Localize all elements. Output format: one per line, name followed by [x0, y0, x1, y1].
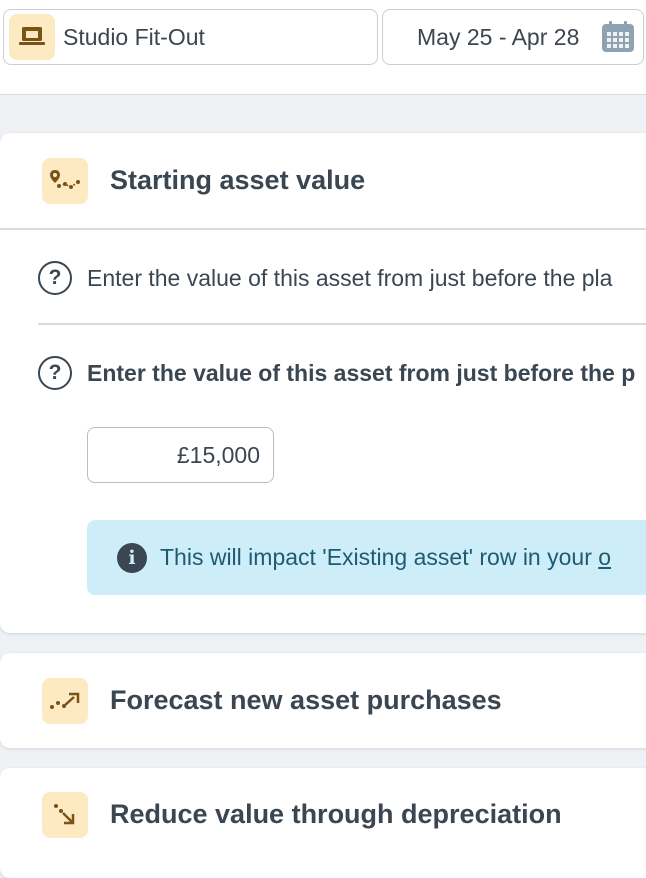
info-icon: i	[117, 542, 147, 573]
date-range-value: May 25 - Apr 28	[417, 23, 580, 50]
depreciation-card[interactable]: Reduce value through depreciation	[0, 768, 646, 878]
section-title: Starting asset value	[110, 165, 366, 195]
top-bar: Studio Fit-Out May 25 - Apr 28	[0, 0, 646, 95]
section-title: Forecast new asset purchases	[110, 685, 502, 715]
starting-asset-value-header[interactable]: Starting asset value	[0, 133, 646, 229]
question-text: Enter the value of this asset from just …	[87, 359, 636, 386]
route-pin-icon	[42, 158, 88, 204]
trend-up-icon	[42, 678, 88, 724]
info-text: This will impact 'Existing asset' row in…	[160, 544, 611, 571]
date-range-picker[interactable]: May 25 - Apr 28	[382, 9, 644, 65]
asset-selector[interactable]: Studio Fit-Out	[3, 9, 378, 65]
help-icon[interactable]: ?	[38, 261, 72, 295]
calendar-icon[interactable]	[601, 21, 635, 58]
divider	[0, 228, 646, 230]
question-row: ? Enter the value of this asset from jus…	[38, 261, 612, 295]
asset-value-input[interactable]	[87, 427, 274, 483]
question-row: ? Enter the value of this asset from jus…	[38, 356, 635, 390]
divider	[38, 323, 646, 325]
arrow-down-right-icon	[42, 792, 88, 838]
asset-name: Studio Fit-Out	[63, 23, 205, 50]
starting-asset-value-card: Starting asset value ? Enter the value o…	[0, 133, 646, 633]
forecast-purchases-card[interactable]: Forecast new asset purchases	[0, 653, 646, 748]
info-message: This will impact 'Existing asset' row in…	[160, 544, 599, 570]
info-link[interactable]: o	[598, 544, 611, 570]
question-text: Enter the value of this asset from just …	[87, 264, 613, 291]
desk-icon	[9, 14, 55, 60]
info-banner: i This will impact 'Existing asset' row …	[87, 520, 646, 595]
help-icon[interactable]: ?	[38, 356, 72, 390]
section-title: Reduce value through depreciation	[110, 799, 562, 829]
